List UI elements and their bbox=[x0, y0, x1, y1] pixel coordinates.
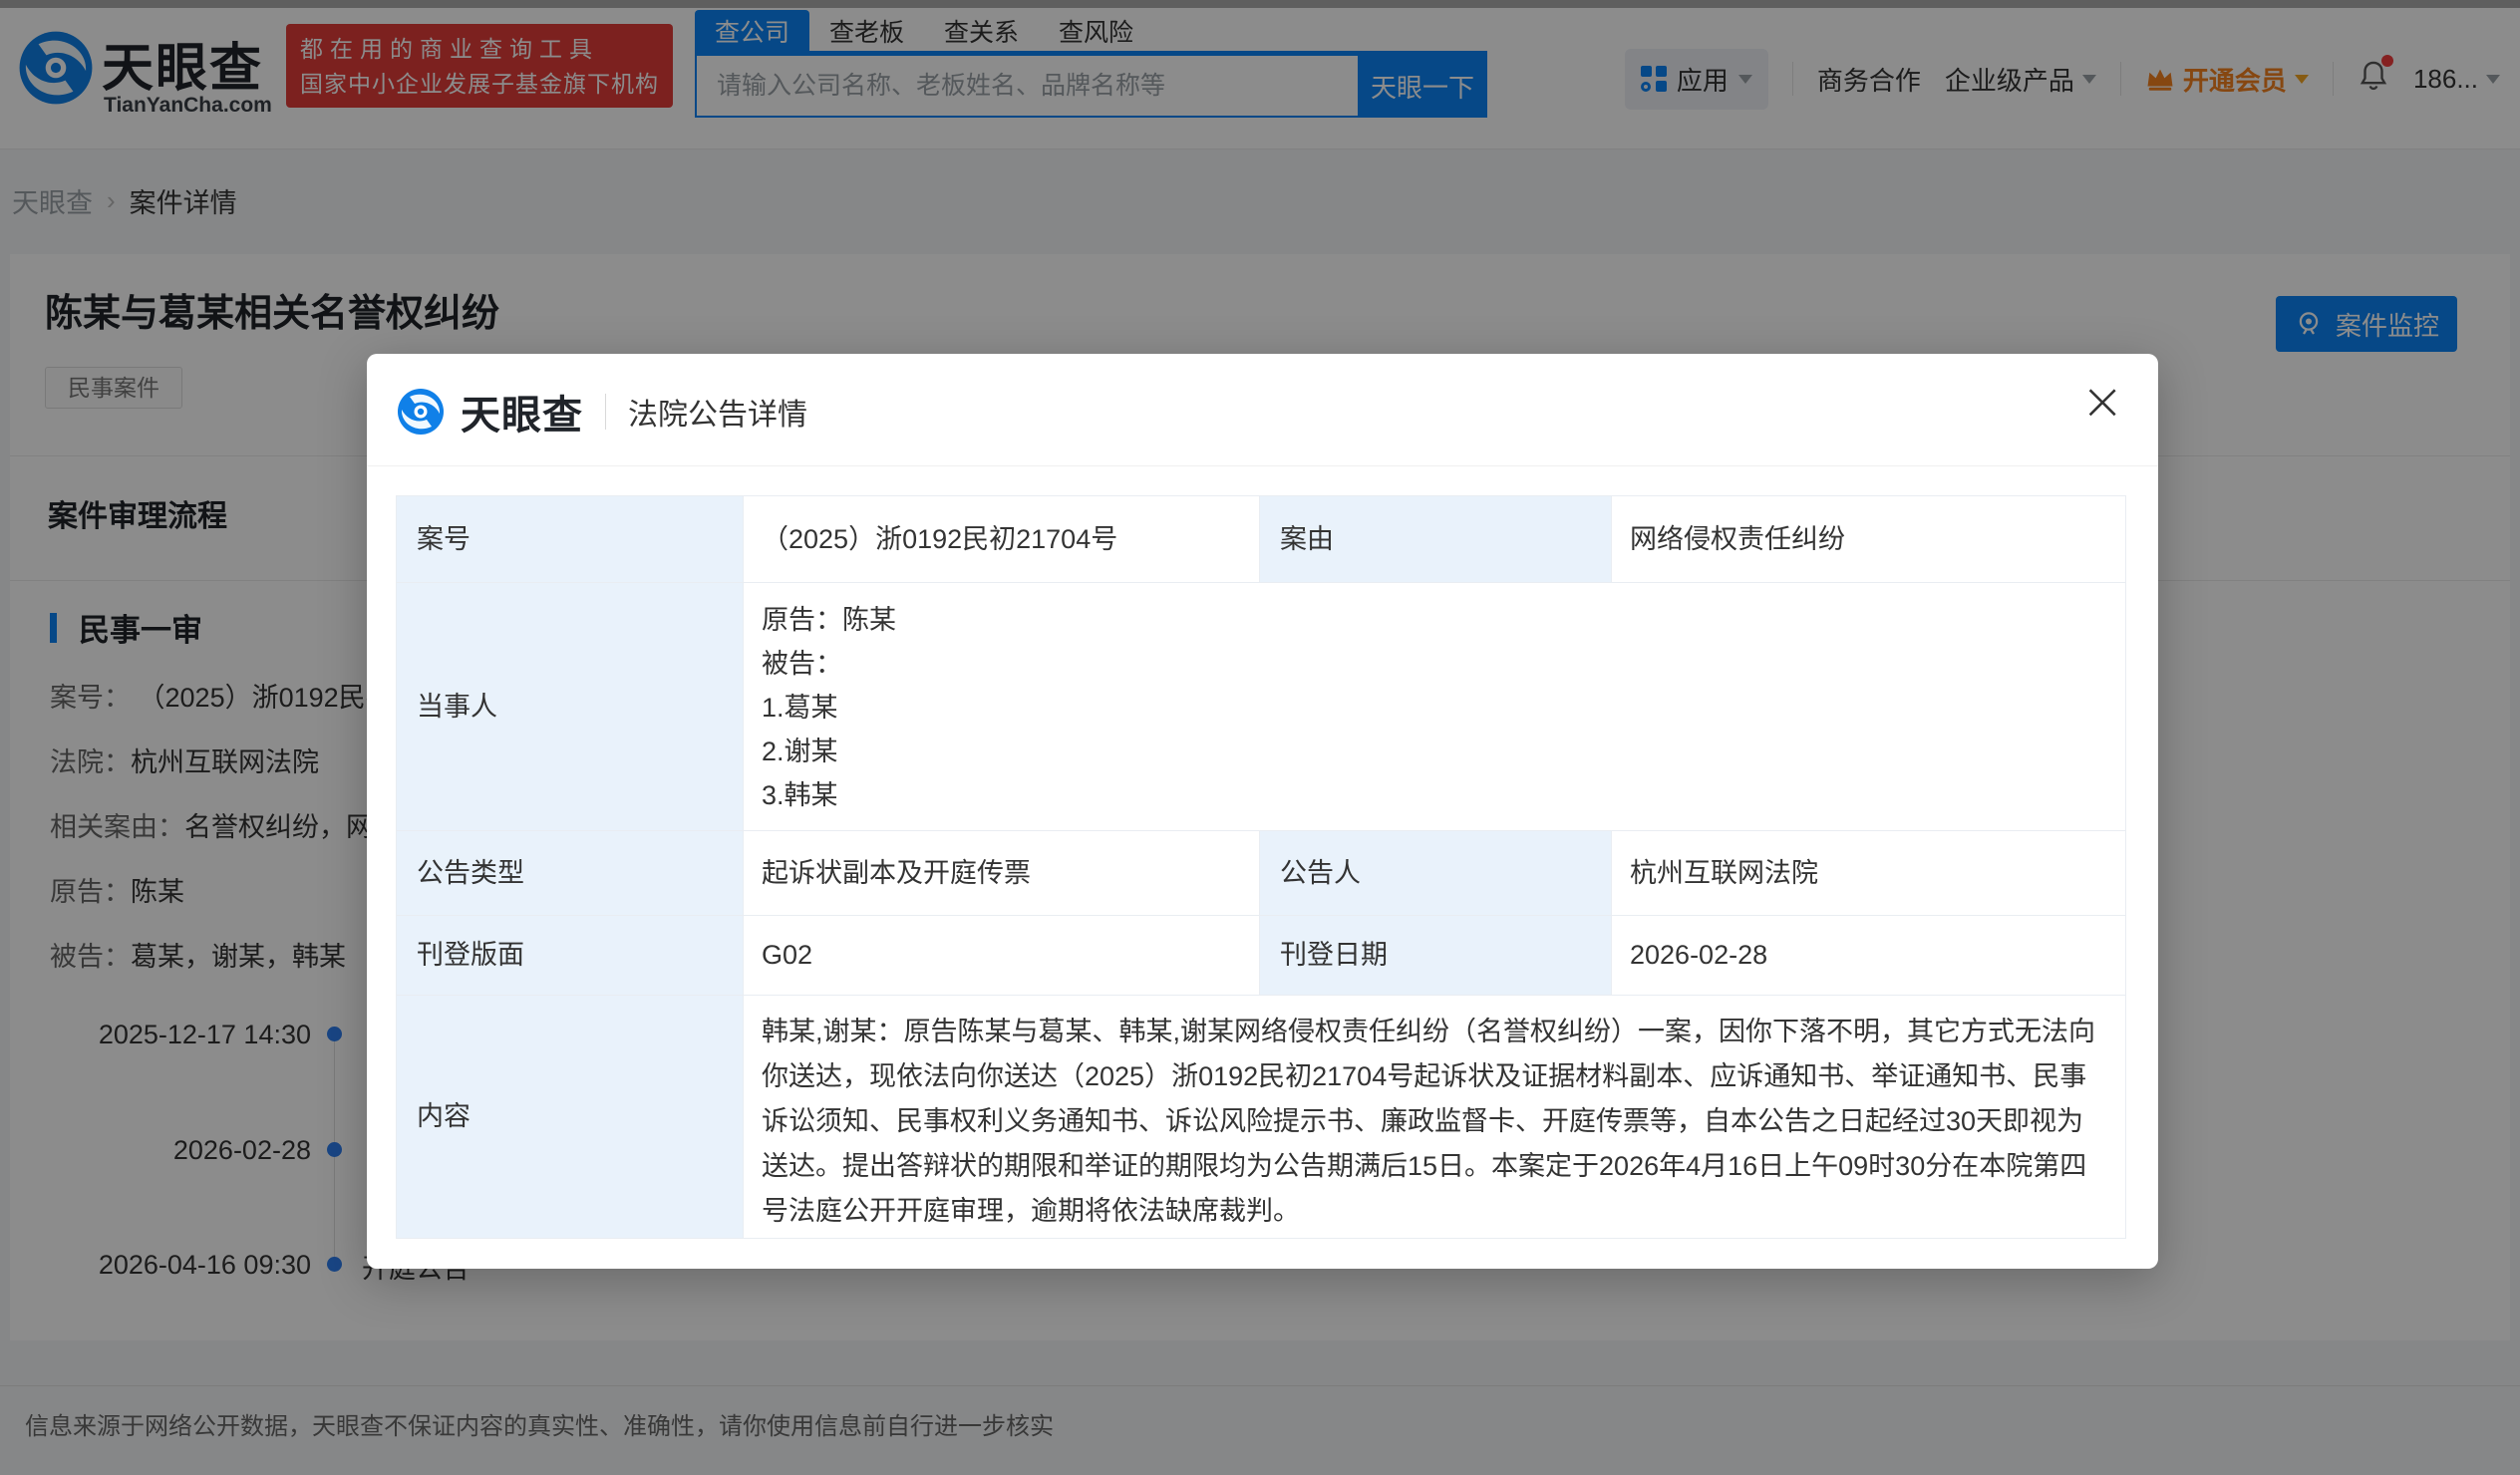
table-label-announcer: 公告人 bbox=[1260, 831, 1611, 915]
page: 天眼查 TianYanCha.com 都在用的商业查询工具 国家中小企业发展子基… bbox=[0, 0, 2520, 1475]
table-value-parties: 原告：陈某 被告： 1.葛某 2.谢某 3.韩某 bbox=[744, 583, 2125, 830]
table-label-publish-date: 刊登日期 bbox=[1260, 916, 1611, 995]
table-value-announcement-type: 起诉状副本及开庭传票 bbox=[744, 831, 1259, 915]
table-value-cause: 网络侵权责任纠纷 bbox=[1612, 496, 2125, 582]
table-label-page-layout: 刊登版面 bbox=[397, 916, 743, 995]
party-line: 3.韩某 bbox=[762, 773, 2107, 817]
court-announcement-modal: 天眼查 法院公告详情 × 案号 （2025）浙0192民初21704号 案由 网… bbox=[367, 354, 2158, 1269]
table-value-announcer: 杭州互联网法院 bbox=[1612, 831, 2125, 915]
table-value-content: 韩某,谢某：原告陈某与葛某、韩某,谢某网络侵权责任纠纷（名誉权纠纷）一案，因你下… bbox=[744, 996, 2125, 1238]
table-label-content: 内容 bbox=[397, 996, 743, 1238]
table-label-announcement-type: 公告类型 bbox=[397, 831, 743, 915]
modal-header: 天眼查 法院公告详情 bbox=[397, 384, 807, 440]
divider bbox=[605, 394, 606, 430]
tyc-logo-icon bbox=[397, 388, 445, 436]
table-value-page-layout: G02 bbox=[744, 916, 1259, 995]
table-value-case-no: （2025）浙0192民初21704号 bbox=[744, 496, 1259, 582]
announcement-table: 案号 （2025）浙0192民初21704号 案由 网络侵权责任纠纷 当事人 原… bbox=[396, 495, 2126, 1239]
modal-brand: 天眼查 bbox=[461, 383, 583, 441]
table-label-case-no: 案号 bbox=[397, 496, 743, 582]
party-line: 1.葛某 bbox=[762, 686, 2107, 730]
party-line: 原告：陈某 bbox=[762, 598, 2107, 642]
table-label-cause: 案由 bbox=[1260, 496, 1611, 582]
close-icon[interactable]: × bbox=[2080, 376, 2124, 428]
party-line: 2.谢某 bbox=[762, 730, 2107, 773]
table-label-parties: 当事人 bbox=[397, 583, 743, 830]
table-value-publish-date: 2026-02-28 bbox=[1612, 916, 2125, 995]
party-line: 被告： bbox=[762, 642, 2107, 686]
modal-title: 法院公告详情 bbox=[628, 390, 807, 434]
divider bbox=[367, 465, 2158, 466]
